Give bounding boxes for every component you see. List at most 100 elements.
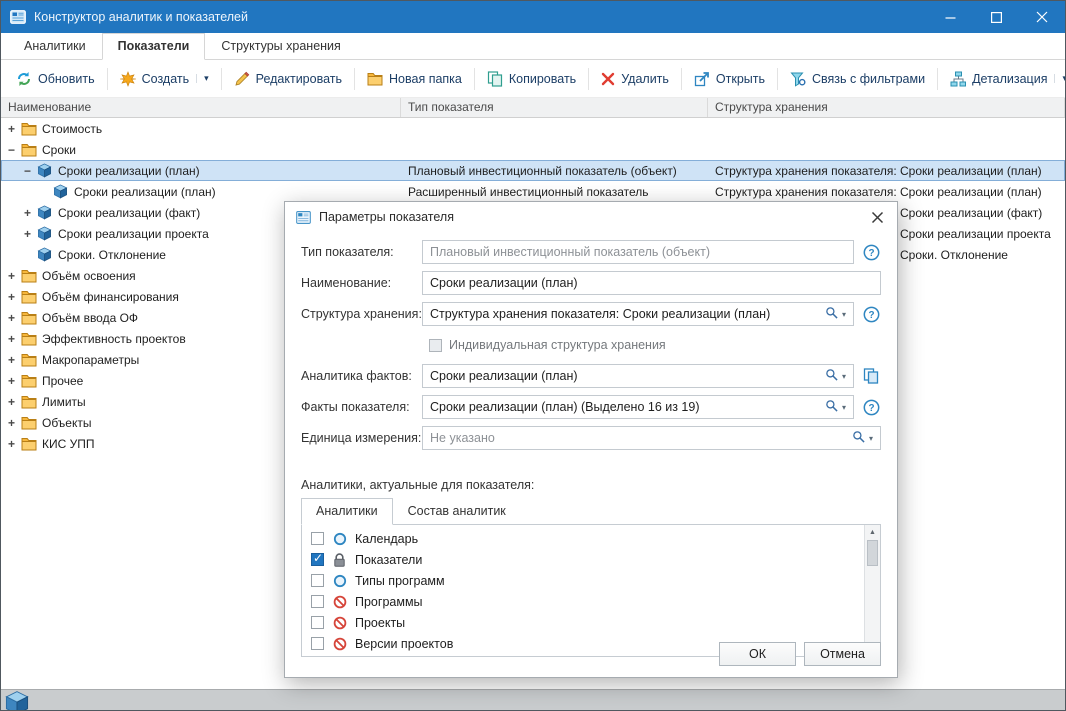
search-icon[interactable] xyxy=(825,306,838,322)
toolbar-button-label: Удалить xyxy=(621,72,669,86)
expand-plus-icon[interactable]: + xyxy=(4,269,19,283)
dropdown-caret-icon[interactable]: ▾ xyxy=(842,372,846,381)
checkbox-icon[interactable] xyxy=(311,553,324,566)
copy-button[interactable]: Копировать xyxy=(478,66,585,92)
new-folder-button[interactable]: Новая папка xyxy=(358,67,471,91)
refresh-button[interactable]: Обновить xyxy=(7,66,104,92)
dropdown-caret-icon[interactable]: ▾ xyxy=(842,403,846,412)
close-button[interactable] xyxy=(1019,1,1065,33)
dialog-close-icon[interactable] xyxy=(869,209,886,226)
storage-structure-field: Структура хранения:Структура хранения по… xyxy=(301,302,881,326)
column-header[interactable]: Тип показателя xyxy=(401,98,708,117)
help-icon[interactable]: ? xyxy=(861,399,881,416)
detail-button[interactable]: Детализация▾ xyxy=(941,66,1066,92)
folder-icon xyxy=(19,143,38,157)
lookup-controls: ▾ xyxy=(825,368,846,384)
checkbox-icon[interactable] xyxy=(311,532,324,545)
tab-analytics[interactable]: Аналитики xyxy=(8,33,102,60)
folder-icon xyxy=(19,311,38,325)
tree-row[interactable]: + Стоимость xyxy=(1,118,1065,139)
analytics-list-item[interactable]: Программы xyxy=(302,591,863,612)
unit-field-input[interactable]: Не указано▾ xyxy=(422,426,881,450)
expand-plus-icon[interactable]: + xyxy=(4,395,19,409)
dropdown-caret-icon[interactable]: ▾ xyxy=(1054,74,1066,83)
scroll-up-icon[interactable]: ▲ xyxy=(865,525,880,540)
expand-plus-icon[interactable]: + xyxy=(4,332,19,346)
checkbox-icon[interactable] xyxy=(311,616,324,629)
window-title: Конструктор аналитик и показателей xyxy=(34,10,927,24)
tree-row-label: Сроки xyxy=(42,143,76,157)
toolbar-button-label: Открыть xyxy=(716,72,765,86)
copy-ref-icon[interactable] xyxy=(861,368,881,384)
toolbar-separator xyxy=(474,68,475,90)
open-button[interactable]: Открыть xyxy=(685,66,774,92)
checkbox-icon[interactable] xyxy=(311,637,324,650)
expand-plus-icon[interactable]: + xyxy=(20,206,35,220)
tree-row[interactable]: −Сроки реализации (план)Плановый инвести… xyxy=(1,160,1065,181)
dropdown-caret-icon[interactable]: ▾ xyxy=(196,74,209,83)
dialog-title: Параметры показателя xyxy=(319,210,869,224)
dialog-tabstrip: АналитикиСостав аналитик xyxy=(301,498,881,525)
maximize-button[interactable] xyxy=(973,1,1019,33)
dialog-buttons: ОК Отмена xyxy=(719,642,881,666)
cube-icon xyxy=(51,184,70,199)
filter-link-button[interactable]: Связь с фильтрами xyxy=(781,66,934,92)
individual-storage-checkbox[interactable]: Индивидуальная структура хранения xyxy=(429,338,881,352)
ok-button[interactable]: ОК xyxy=(719,642,796,666)
dialog-icon xyxy=(296,211,311,224)
analytics-list-item[interactable]: Проекты xyxy=(302,612,863,633)
tree-row-label: Стоимость xyxy=(42,122,102,136)
tree-row-storage-cell: Структура хранения показателя: Сроки реа… xyxy=(708,164,1065,178)
dialog-tab-analytics-composition[interactable]: Состав аналитик xyxy=(393,498,521,525)
minimize-button[interactable] xyxy=(927,1,973,33)
tree-row-name-cell: Сроки реализации (план) xyxy=(1,184,401,199)
expand-plus-icon[interactable]: + xyxy=(4,353,19,367)
search-icon[interactable] xyxy=(852,430,865,446)
expand-plus-icon[interactable]: + xyxy=(4,290,19,304)
indicator-facts-field-input[interactable]: Сроки реализации (план) (Выделено 16 из … xyxy=(422,395,854,419)
checkbox-icon[interactable] xyxy=(311,595,324,608)
analytics-list-item[interactable]: Календарь xyxy=(302,528,863,549)
toolbar-button-label: Редактировать xyxy=(256,72,342,86)
scroll-track[interactable] xyxy=(865,566,880,641)
dropdown-caret-icon[interactable]: ▾ xyxy=(842,310,846,319)
column-header[interactable]: Наименование xyxy=(1,98,401,117)
search-icon[interactable] xyxy=(825,368,838,384)
tree-row-label: Сроки реализации (факт) xyxy=(58,206,200,220)
scroll-thumb[interactable] xyxy=(867,540,878,566)
expand-minus-icon[interactable]: − xyxy=(4,143,19,157)
create-button[interactable]: Создать▾ xyxy=(111,66,218,92)
expand-plus-icon[interactable]: + xyxy=(4,374,19,388)
cancel-button[interactable]: Отмена xyxy=(804,642,881,666)
name-field-input[interactable]: Сроки реализации (план) xyxy=(422,271,881,295)
expand-plus-icon[interactable]: + xyxy=(4,311,19,325)
toolbar-button-label: Обновить xyxy=(38,72,95,86)
expand-plus-icon[interactable]: + xyxy=(4,416,19,430)
dialog-tab-analytics[interactable]: Аналитики xyxy=(301,498,393,525)
analytics-list-item[interactable]: Типы программ xyxy=(302,570,863,591)
edit-button[interactable]: Редактировать xyxy=(225,66,351,92)
tree-row[interactable]: Сроки реализации (план)Расширенный инвес… xyxy=(1,181,1065,202)
expand-minus-icon[interactable]: − xyxy=(20,164,35,178)
checkbox-icon[interactable] xyxy=(429,339,442,352)
scrollbar[interactable]: ▲ ▼ xyxy=(864,525,880,656)
tree-row[interactable]: − Сроки xyxy=(1,139,1065,160)
fact-analytics-field-input[interactable]: Сроки реализации (план)▾ xyxy=(422,364,854,388)
delete-button[interactable]: Удалить xyxy=(592,67,678,91)
storage-structure-field-input[interactable]: Структура хранения показателя: Сроки реа… xyxy=(422,302,854,326)
expand-plus-icon[interactable]: + xyxy=(4,437,19,451)
expand-plus-icon[interactable]: + xyxy=(20,227,35,241)
expand-plus-icon[interactable]: + xyxy=(4,122,19,136)
indicator-facts-field: Факты показателя:Сроки реализации (план)… xyxy=(301,395,881,419)
dropdown-caret-icon[interactable]: ▾ xyxy=(869,434,873,443)
search-icon[interactable] xyxy=(825,399,838,415)
column-header[interactable]: Структура хранения xyxy=(708,98,1065,117)
toolbar-separator xyxy=(354,68,355,90)
tab-indicators[interactable]: Показатели xyxy=(102,33,206,60)
checkbox-icon[interactable] xyxy=(311,574,324,587)
tab-storage-structures[interactable]: Структуры хранения xyxy=(205,33,356,60)
type-field-input[interactable]: Плановый инвестиционный показатель (объе… xyxy=(422,240,854,264)
help-icon[interactable]: ? xyxy=(861,306,881,323)
help-icon[interactable]: ? xyxy=(861,244,881,261)
analytics-list-item[interactable]: Показатели xyxy=(302,549,863,570)
